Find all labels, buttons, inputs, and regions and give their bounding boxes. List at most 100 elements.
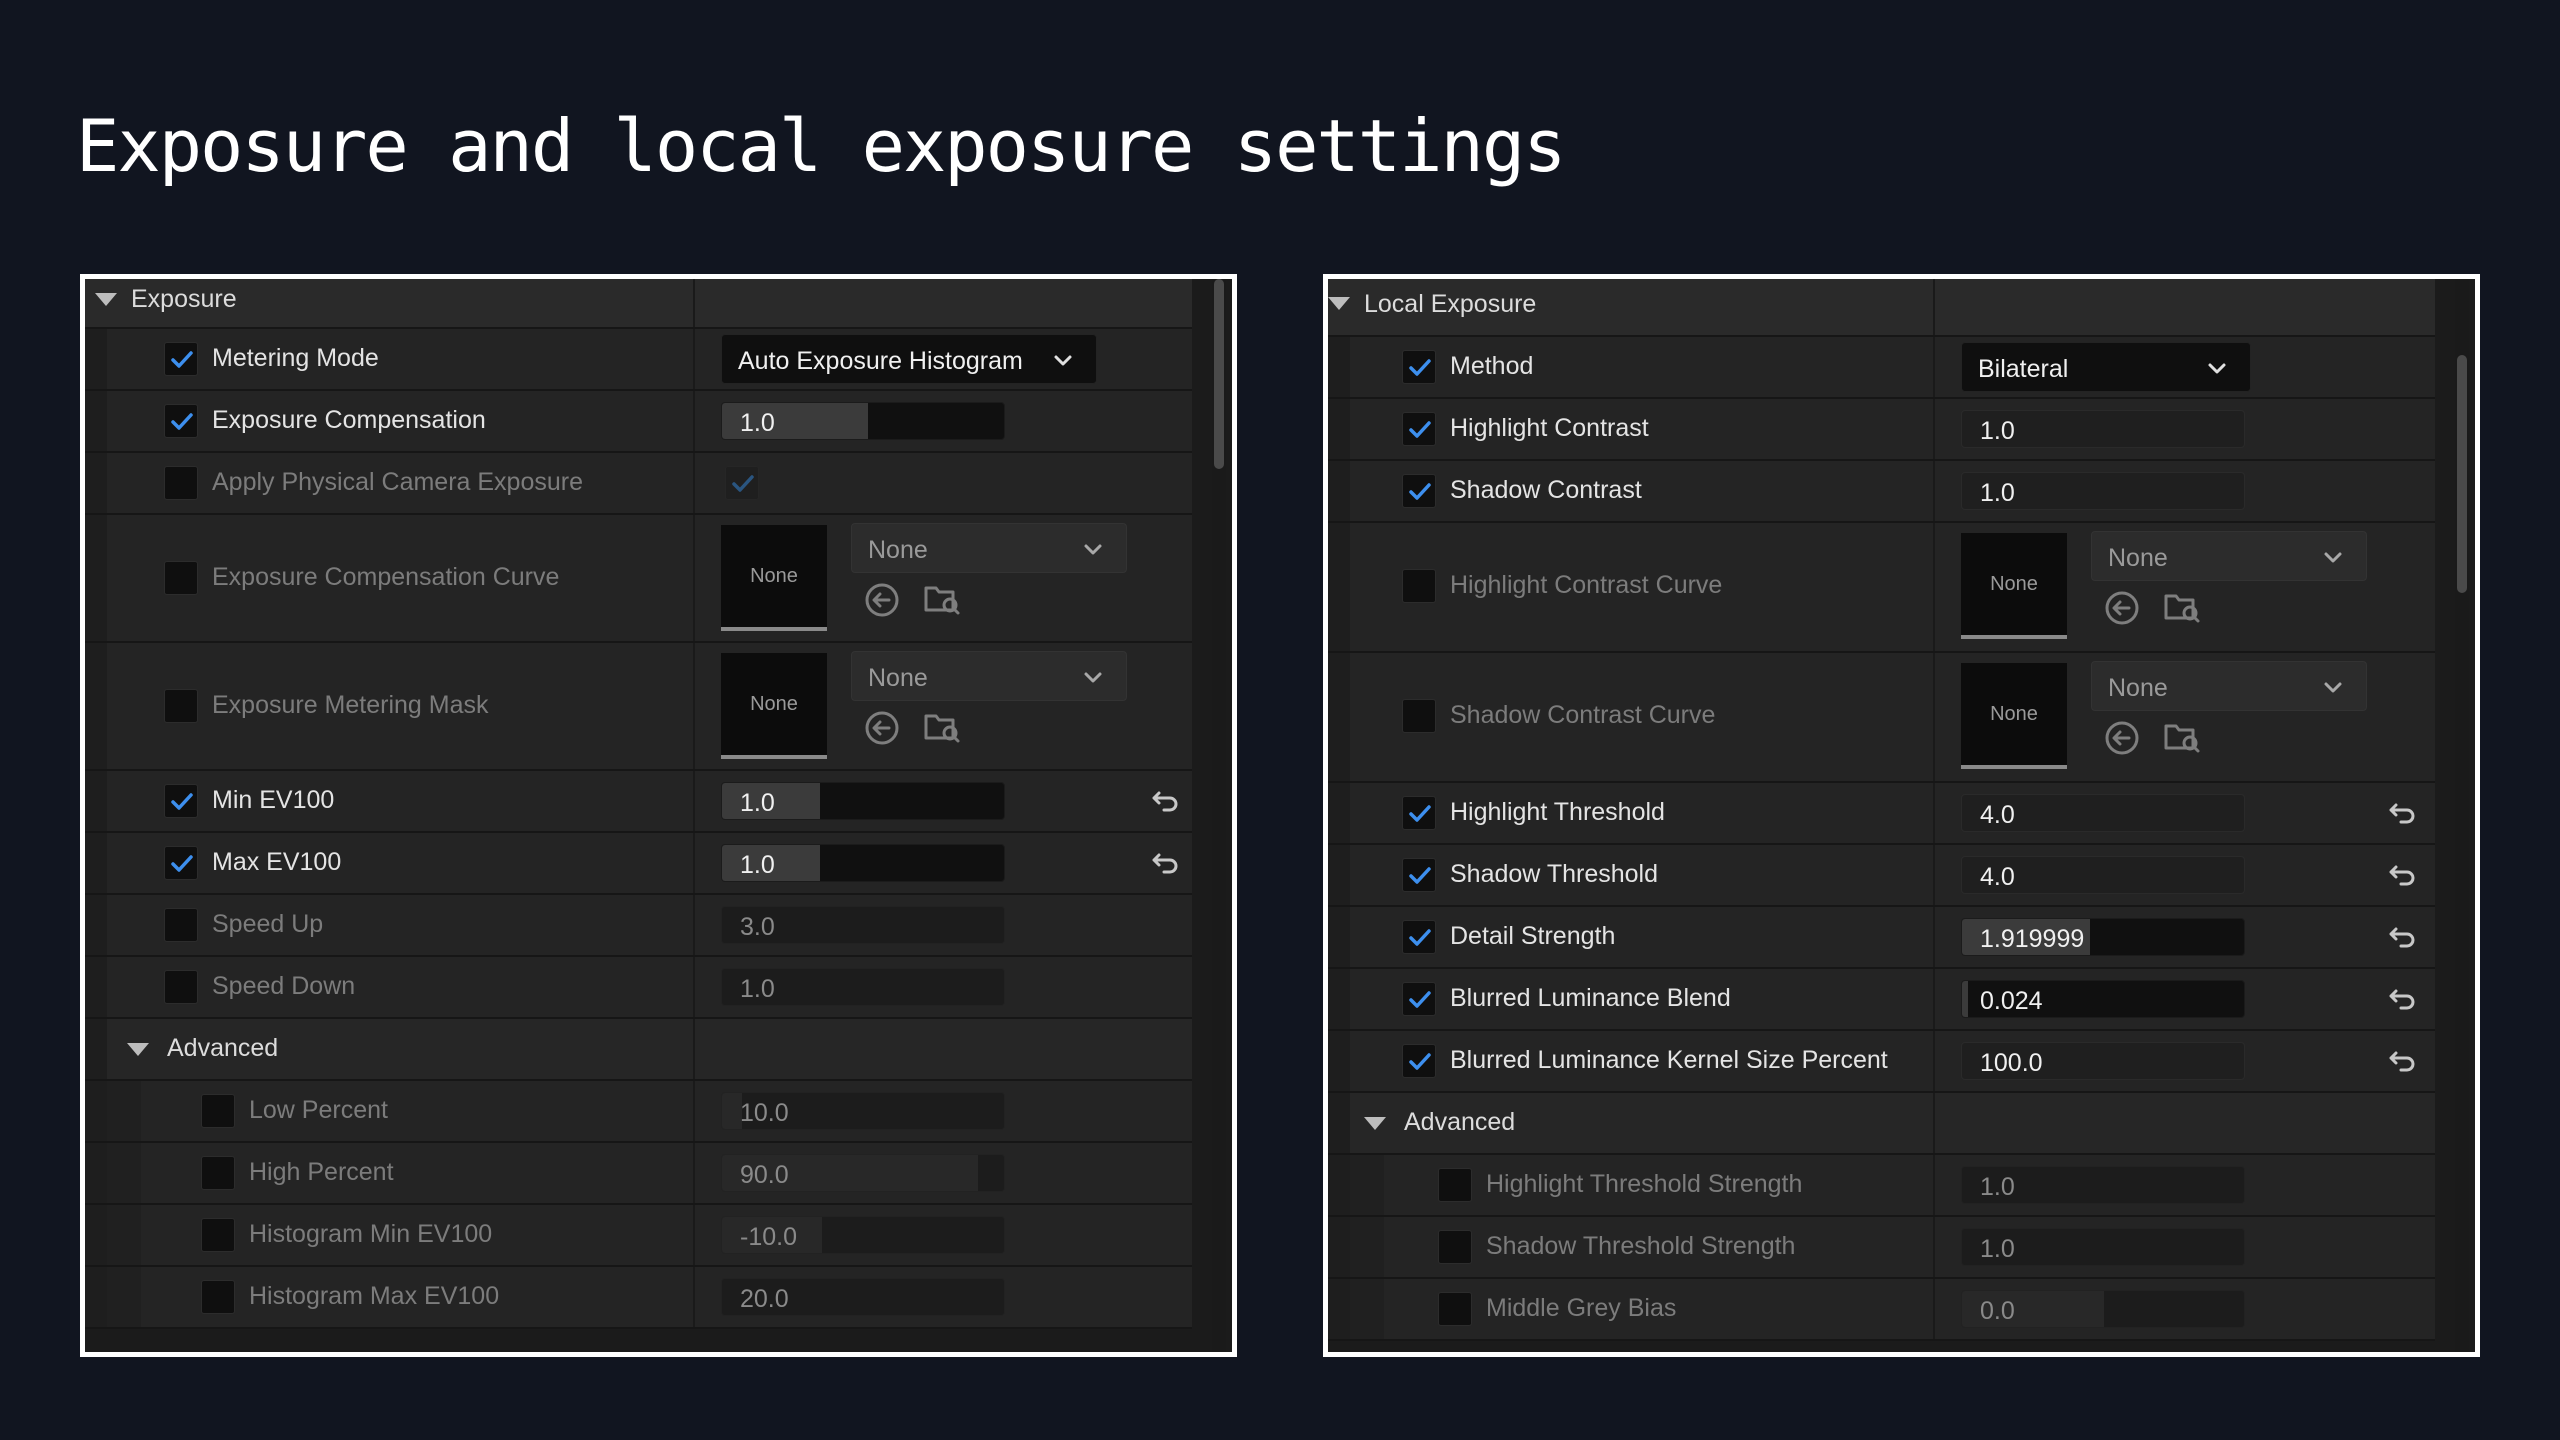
histogram-max-ev100-checkbox[interactable] — [201, 1280, 235, 1314]
triangle-down-icon[interactable] — [1328, 297, 1350, 310]
histogram-min-ev100-input[interactable]: -10.0 — [721, 1216, 1005, 1254]
speed-up-checkbox[interactable] — [164, 908, 198, 942]
highlight-threshold-checkbox[interactable] — [1402, 796, 1436, 830]
folder-search-icon[interactable] — [923, 707, 961, 745]
high-percent-checkbox[interactable] — [201, 1156, 235, 1190]
highlight-contrast-checkbox[interactable] — [1402, 412, 1436, 446]
exposure-compensation-checkbox[interactable] — [164, 404, 198, 438]
reset-arrow-icon[interactable] — [1149, 785, 1181, 817]
min-ev100-checkbox[interactable] — [164, 784, 198, 818]
shadow-curve-asset-dropdown[interactable]: None — [2091, 661, 2367, 711]
max-ev100-checkbox[interactable] — [164, 846, 198, 880]
advanced-group-header[interactable]: Advanced — [85, 1019, 1192, 1081]
exposure-compensation-input[interactable]: 1.0 — [721, 402, 1005, 440]
apply-physical-camera-exposure-value-checkbox[interactable] — [725, 466, 759, 500]
low-percent-checkbox[interactable] — [201, 1094, 235, 1128]
checkmark-icon — [1409, 929, 1431, 946]
highlight-threshold-label: Highlight Threshold — [1450, 798, 1665, 826]
metering-mode-label: Metering Mode — [212, 344, 379, 372]
scrollbar[interactable] — [1212, 279, 1226, 1352]
triangle-down-icon[interactable] — [127, 1043, 149, 1056]
metering-mode-checkbox[interactable] — [164, 342, 198, 376]
method-checkbox[interactable] — [1402, 350, 1436, 384]
exposure-section-header[interactable]: Exposure — [85, 279, 1192, 329]
metering-mode-dropdown[interactable]: Auto Exposure Histogram — [721, 334, 1097, 384]
highlight-curve-asset-dropdown[interactable]: None — [2091, 531, 2367, 581]
highlight-threshold-strength-checkbox[interactable] — [1438, 1168, 1472, 1202]
triangle-down-icon[interactable] — [95, 293, 117, 306]
folder-search-icon[interactable] — [923, 579, 961, 617]
shadow-threshold-label: Shadow Threshold — [1450, 860, 1659, 888]
min-ev100-value: 1.0 — [740, 789, 775, 817]
highlight-threshold-input[interactable]: 4.0 — [1961, 794, 2245, 832]
highlight-contrast-input[interactable]: 1.0 — [1961, 410, 2245, 448]
reset-arrow-icon[interactable] — [2386, 983, 2418, 1015]
blurred-luminance-kernel-size-percent-checkbox[interactable] — [1402, 1044, 1436, 1078]
asset-thumbnail[interactable]: None — [1961, 663, 2067, 769]
speed-down-checkbox[interactable] — [164, 970, 198, 1004]
histogram-min-ev100-checkbox[interactable] — [201, 1218, 235, 1252]
shadow-contrast-input[interactable]: 1.0 — [1961, 472, 2245, 510]
exposure-metering-mask-checkbox[interactable] — [164, 689, 198, 723]
speed-down-input[interactable]: 1.0 — [721, 968, 1005, 1006]
detail-strength-input[interactable]: 1.919999 — [1961, 918, 2245, 956]
highlight-threshold-strength-input[interactable]: 1.0 — [1961, 1166, 2245, 1204]
folder-search-icon[interactable] — [2163, 717, 2201, 755]
shadow-threshold-strength-checkbox[interactable] — [1438, 1230, 1472, 1264]
scrollbar-thumb[interactable] — [2457, 355, 2467, 593]
blurred-luminance-blend-value: 0.024 — [1980, 987, 2043, 1015]
folder-search-icon[interactable] — [2163, 587, 2201, 625]
arrow-left-circle-icon[interactable] — [2103, 719, 2141, 757]
scrollbar-thumb[interactable] — [1214, 279, 1224, 469]
max-ev100-input[interactable]: 1.0 — [721, 844, 1005, 882]
curve-asset-dropdown[interactable]: None — [851, 523, 1127, 573]
asset-thumbnail[interactable]: None — [1961, 533, 2067, 639]
reset-arrow-icon[interactable] — [2386, 797, 2418, 829]
high-percent-input[interactable]: 90.0 — [721, 1154, 1005, 1192]
asset-thumbnail[interactable]: None — [721, 525, 827, 631]
scrollbar[interactable] — [2455, 279, 2469, 1352]
low-percent-input[interactable]: 10.0 — [721, 1092, 1005, 1130]
property-row-method: Method Bilateral — [1328, 337, 2435, 399]
shadow-threshold-input[interactable]: 4.0 — [1961, 856, 2245, 894]
shadow-contrast-checkbox[interactable] — [1402, 474, 1436, 508]
chevron-down-icon — [1084, 544, 1102, 555]
low-percent-value: 10.0 — [740, 1099, 789, 1127]
shadow-threshold-strength-value: 1.0 — [1980, 1235, 2015, 1263]
triangle-down-icon[interactable] — [1364, 1117, 1386, 1130]
blurred-luminance-blend-checkbox[interactable] — [1402, 982, 1436, 1016]
middle-grey-bias-input[interactable]: 0.0 — [1961, 1290, 2245, 1328]
reset-arrow-icon[interactable] — [2386, 859, 2418, 891]
property-row-speed-up: Speed Up 3.0 — [85, 895, 1192, 957]
blurred-luminance-blend-input[interactable]: 0.024 — [1961, 980, 2245, 1018]
min-ev100-input[interactable]: 1.0 — [721, 782, 1005, 820]
shadow-threshold-strength-input[interactable]: 1.0 — [1961, 1228, 2245, 1266]
checkmark-icon — [171, 855, 193, 872]
shadow-contrast-curve-checkbox[interactable] — [1402, 699, 1436, 733]
arrow-left-circle-icon[interactable] — [863, 581, 901, 619]
method-dropdown[interactable]: Bilateral — [1961, 342, 2251, 392]
local-advanced-group-header[interactable]: Advanced — [1328, 1093, 2435, 1155]
detail-strength-checkbox[interactable] — [1402, 920, 1436, 954]
middle-grey-bias-checkbox[interactable] — [1438, 1292, 1472, 1326]
arrow-left-circle-icon[interactable] — [863, 709, 901, 747]
local-exposure-section-header[interactable]: Local Exposure — [1328, 279, 2435, 337]
exposure-compensation-curve-checkbox[interactable] — [164, 561, 198, 595]
asset-thumbnail[interactable]: None — [721, 653, 827, 759]
reset-arrow-icon[interactable] — [1149, 847, 1181, 879]
mask-asset-dropdown[interactable]: None — [851, 651, 1127, 701]
apply-physical-camera-exposure-override-checkbox[interactable] — [164, 466, 198, 500]
reset-arrow-icon[interactable] — [2386, 1045, 2418, 1077]
apply-physical-camera-exposure-label: Apply Physical Camera Exposure — [212, 468, 583, 496]
blurred-luminance-kernel-size-percent-input[interactable]: 100.0 — [1961, 1042, 2245, 1080]
chevron-down-icon — [1084, 672, 1102, 683]
method-label: Method — [1450, 352, 1534, 380]
speed-up-input[interactable]: 3.0 — [721, 906, 1005, 944]
histogram-max-ev100-input[interactable]: 20.0 — [721, 1278, 1005, 1316]
shadow-threshold-checkbox[interactable] — [1402, 858, 1436, 892]
reset-arrow-icon[interactable] — [2386, 921, 2418, 953]
property-row-highlight-threshold-strength: Highlight Threshold Strength 1.0 — [1328, 1155, 2435, 1217]
highlight-contrast-curve-checkbox[interactable] — [1402, 569, 1436, 603]
speed-down-label: Speed Down — [212, 972, 356, 1000]
arrow-left-circle-icon[interactable] — [2103, 589, 2141, 627]
